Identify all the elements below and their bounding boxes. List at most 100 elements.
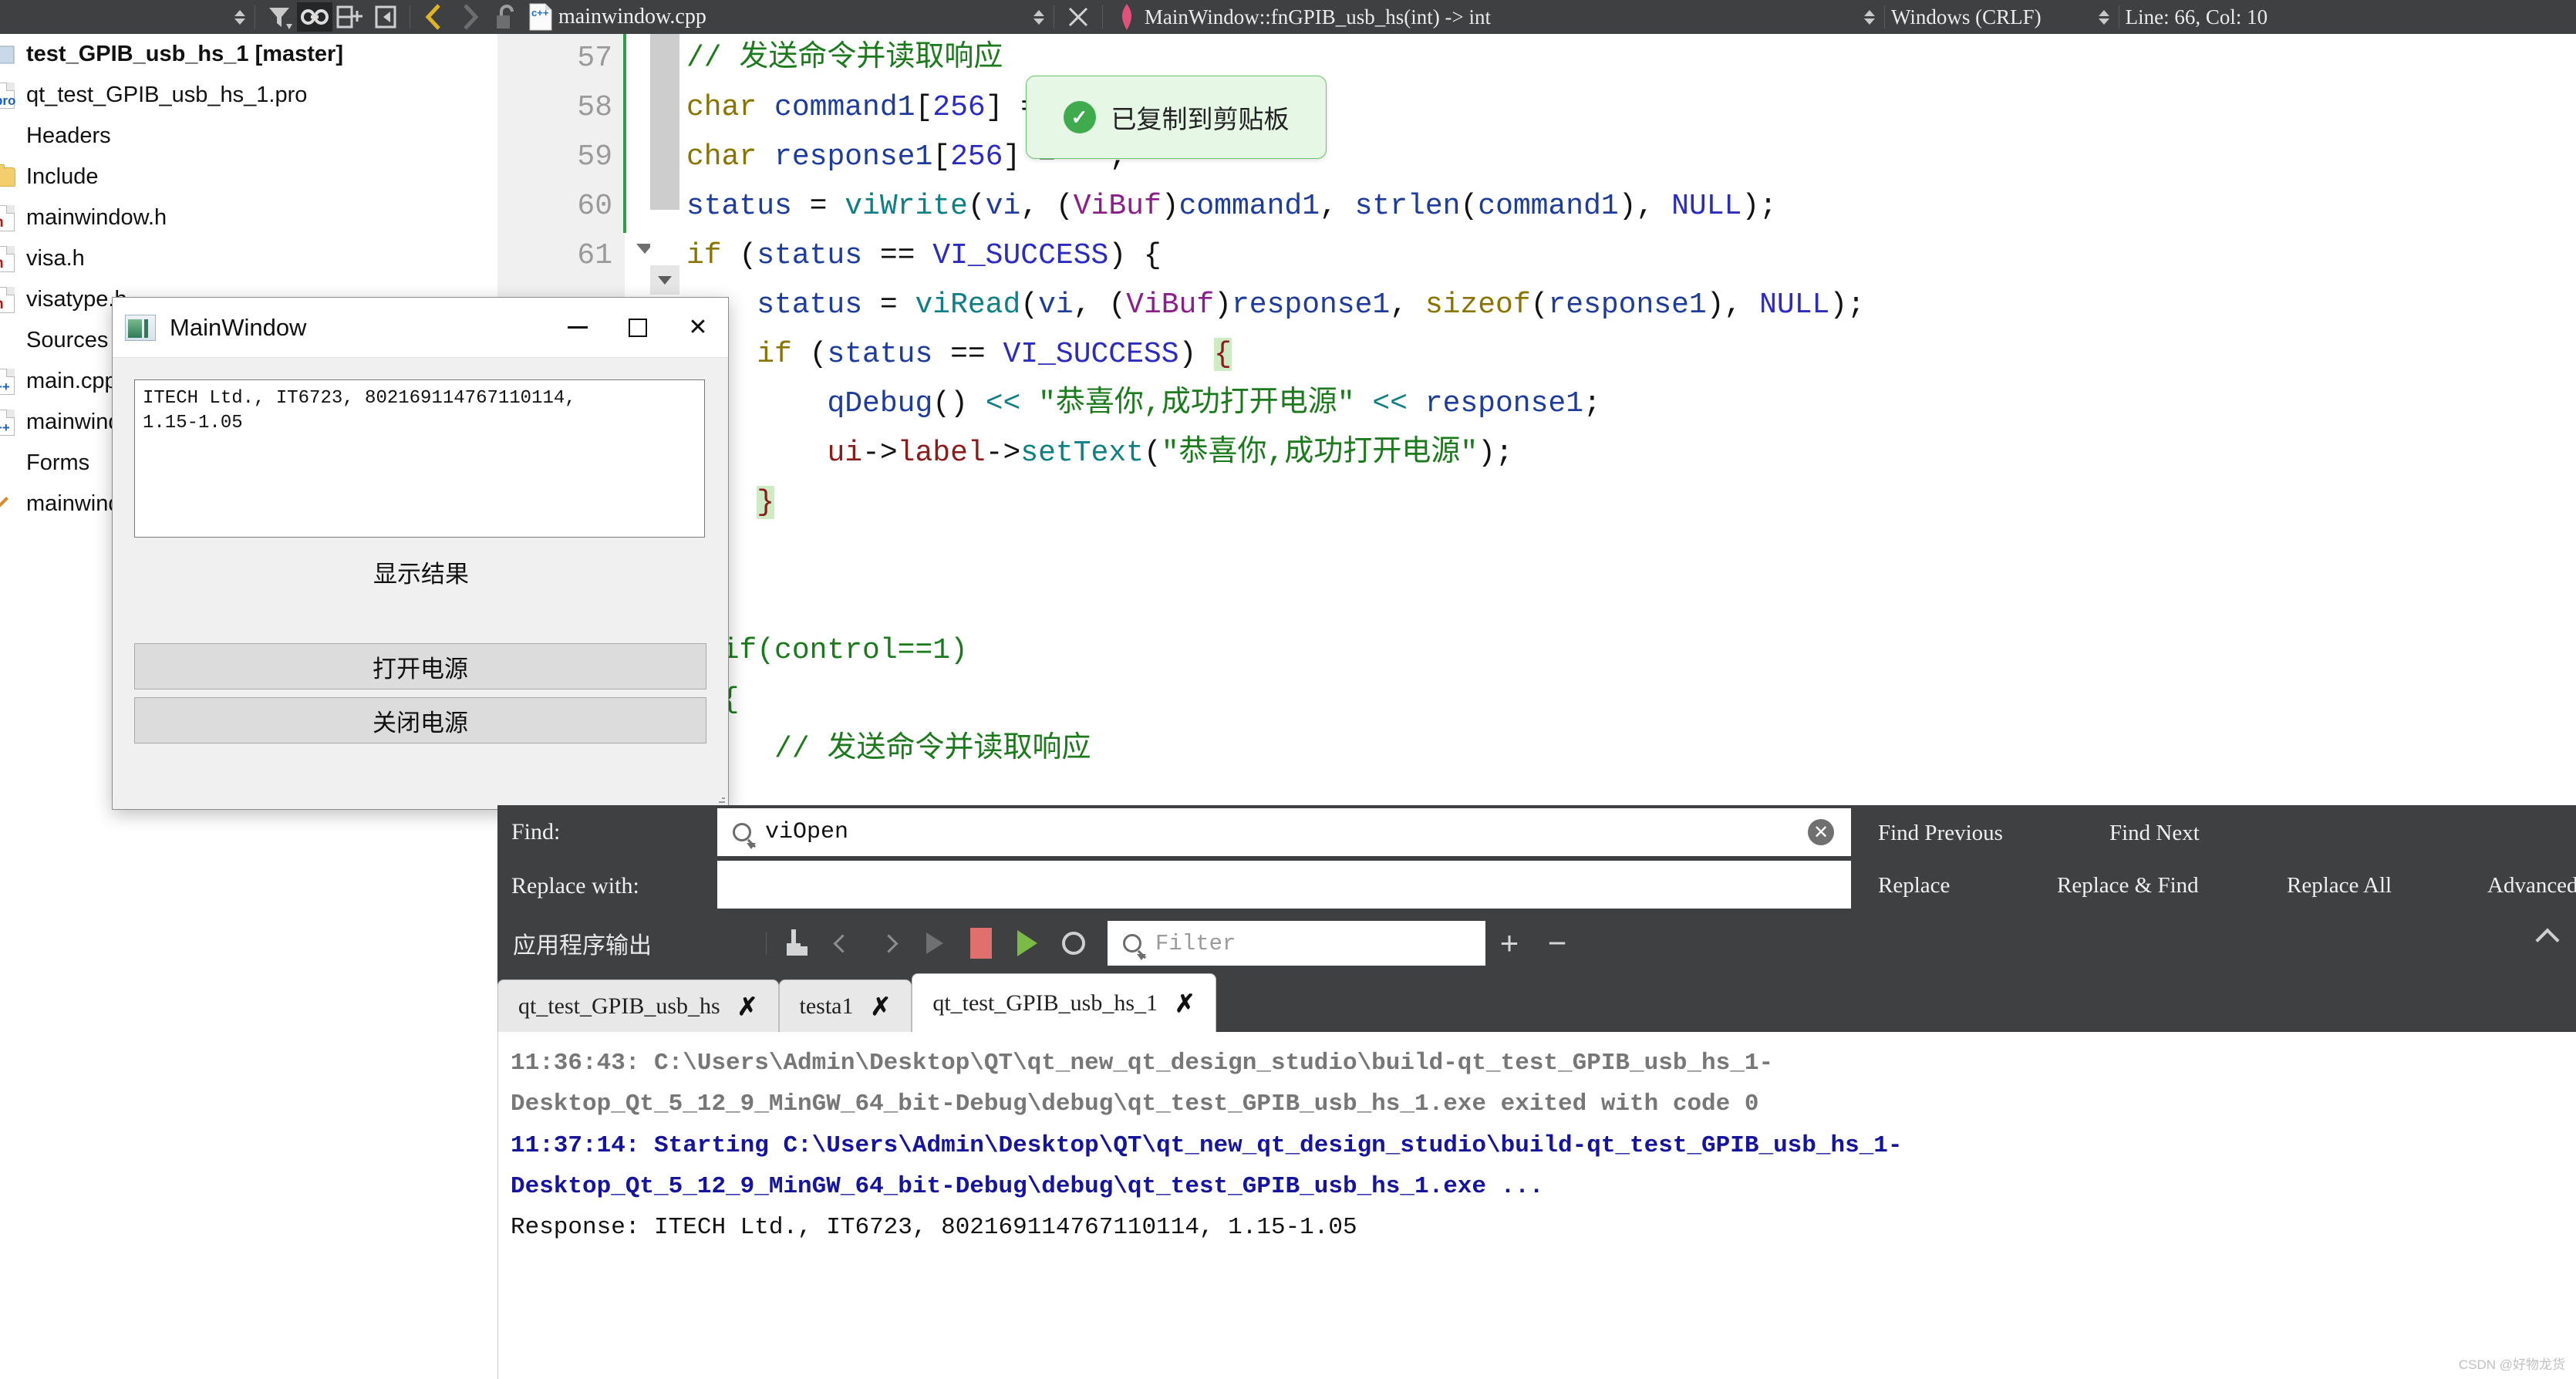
navigate-forward-icon[interactable] <box>452 2 487 32</box>
scroll-down-icon <box>658 276 672 285</box>
close-icon[interactable] <box>1060 2 1096 32</box>
editor-scroll-down-button[interactable] <box>650 265 679 295</box>
spinner-down-icon-2 <box>1033 19 1044 25</box>
watermark: CSDN @好物龙货 <box>2459 1354 2565 1373</box>
top-toolbar: c++ mainwindow.cpp MainWindow::fnGPIB_us… <box>0 0 2576 34</box>
find-replace-panel: Find: viOpen ✕ Replace with: Find Previo… <box>497 805 2576 913</box>
find-next-button[interactable]: Find Next <box>2109 821 2200 846</box>
filter-icon[interactable] <box>261 2 297 32</box>
clear-icon[interactable]: ✕ <box>1808 819 1834 845</box>
tree-item-5[interactable]: hvisa.h <box>0 238 497 279</box>
window-controls: ✕ <box>548 298 728 358</box>
unlocked-icon[interactable] <box>487 2 523 32</box>
symbol-spinner[interactable] <box>1861 6 1878 28</box>
minimize-icon <box>568 326 588 329</box>
cursor-position: Line: 66, Col: 10 <box>2126 5 2268 29</box>
tree-item-2[interactable]: Headers <box>0 116 497 157</box>
next-icon[interactable] <box>865 920 912 966</box>
code-editor[interactable]: 57 58 59 60 61 // 发送命令并读取响应 char command… <box>497 34 2576 805</box>
output-tab-3[interactable]: qt_test_GPIB_usb_hs_1 ✗ <box>912 973 1216 1032</box>
tree-item-1[interactable]: proqt_test_GPIB_usb_hs_1.pro <box>0 75 497 116</box>
link-icon[interactable] <box>297 2 332 32</box>
maximize-button[interactable] <box>608 298 668 358</box>
editor-scrollbar-thumb[interactable] <box>650 34 679 210</box>
wrench-icon[interactable] <box>773 920 819 966</box>
filter-input[interactable]: Filter <box>1108 921 1485 966</box>
prev-icon[interactable] <box>819 920 865 966</box>
console-line: Desktop_Qt_5_12_9_MinGW_64_bit-Debug\deb… <box>511 1166 2576 1207</box>
sidebar-lower-blank <box>0 805 497 1379</box>
tree-item-label: mainwindow.h <box>26 205 167 231</box>
replace-all-button[interactable]: Replace All <box>2287 873 2392 899</box>
tree-item-4[interactable]: hmainwindow.h <box>0 197 497 238</box>
minimize-button[interactable] <box>548 298 608 358</box>
navigate-back-icon[interactable] <box>416 2 452 32</box>
code-line: status = viWrite(vi, (ViBuf)command1, st… <box>686 182 2576 231</box>
find-label: Find: <box>497 819 717 845</box>
code-line: // 发送命令并读取响应 <box>686 34 2576 83</box>
toolbar-divider-5 <box>1884 5 1885 29</box>
code-line: { <box>686 676 2576 725</box>
code-line-text: if(control==1) <box>722 634 968 667</box>
close-button[interactable]: ✕ <box>668 298 728 358</box>
search-icon[interactable] <box>733 823 751 841</box>
tree-item-label: Forms <box>26 450 89 476</box>
line-ending-spinner[interactable] <box>2096 6 2112 28</box>
open-power-button[interactable]: 打开电源 <box>134 643 706 690</box>
sidebar-view-spinner[interactable] <box>231 6 248 28</box>
line-ending-selector[interactable]: Windows (CRLF) <box>1891 5 2042 29</box>
replace-input[interactable] <box>717 861 1851 909</box>
output-tab-1[interactable]: qt_test_GPIB_usb_hs ✗ <box>497 979 779 1032</box>
zoom-out-button[interactable]: − <box>1533 927 1581 959</box>
step-icon[interactable] <box>912 920 958 966</box>
spinner-up-icon-2 <box>1033 10 1044 16</box>
output-tab-2[interactable]: testa1 ✗ <box>779 979 912 1032</box>
maximize-icon <box>629 319 647 337</box>
dialog-title-bar[interactable]: MainWindow ✕ <box>113 298 728 358</box>
app-window-icon <box>125 315 156 341</box>
outbar-divider <box>766 932 767 955</box>
find-previous-button[interactable]: Find Previous <box>1878 821 2003 846</box>
device-response-textbox[interactable]: ITECH Ltd., IT6723, 802169114767110114, … <box>134 379 705 538</box>
tab-close-icon[interactable]: ✗ <box>737 992 758 1021</box>
editor-filename[interactable]: mainwindow.cpp <box>558 5 706 29</box>
stop-icon[interactable] <box>958 920 1004 966</box>
tree-item-label: Sources <box>26 328 108 353</box>
filter-placeholder: Filter <box>1155 931 1236 956</box>
tree-item-label: Headers <box>26 123 111 149</box>
check-circle-icon: ✓ <box>1064 101 1096 133</box>
current-symbol[interactable]: MainWindow::fnGPIB_usb_hs(int) -> int <box>1145 5 1491 29</box>
line-number: 57 <box>497 34 625 83</box>
code-line <box>686 577 2576 626</box>
application-output-bar: 应用程序输出 Filter + − <box>497 913 2576 973</box>
pro-file-icon: pro <box>0 83 17 109</box>
run-icon[interactable] <box>1004 920 1050 966</box>
line-number: 60 <box>497 182 625 231</box>
code-line: } <box>686 478 2576 528</box>
tree-item-3[interactable]: Include <box>0 157 497 197</box>
tab-close-icon[interactable]: ✗ <box>871 992 892 1021</box>
code-lines[interactable]: // 发送命令并读取响应 char command1[256] = "Outpu… <box>686 34 2576 774</box>
tree-item-0[interactable]: test_GPIB_usb_hs_1 [master] <box>0 34 497 75</box>
zoom-in-button[interactable]: + <box>1485 927 1533 959</box>
console-line: Response: ITECH Ltd., IT6723, 8021691147… <box>511 1207 2576 1248</box>
split-horizontal-icon[interactable] <box>332 2 368 32</box>
output-tab-label: qt_test_GPIB_usb_hs <box>518 993 720 1020</box>
find-input[interactable]: viOpen ✕ <box>717 808 1851 856</box>
output-tab-label: testa1 <box>800 993 854 1020</box>
file-list-spinner[interactable] <box>1030 6 1047 28</box>
modified-lines-marker <box>623 34 626 233</box>
close-power-button[interactable]: 关闭电源 <box>134 697 706 743</box>
project-icon <box>0 42 17 68</box>
code-line: char command1[256] = "Output ON"; <box>686 83 2576 133</box>
toggle-sidebar-icon[interactable] <box>368 2 403 32</box>
replace-and-find-button[interactable]: Replace & Find <box>2057 873 2199 899</box>
advanced-button[interactable]: Advanced <box>2487 873 2576 899</box>
tab-close-icon[interactable]: ✗ <box>1175 989 1195 1018</box>
collapse-chevron-icon[interactable] <box>2535 928 2559 952</box>
cpp-file-icon: ++ <box>0 410 17 436</box>
settings-icon[interactable] <box>1050 920 1097 966</box>
mainwindow-dialog[interactable]: MainWindow ✕ ITECH Ltd., IT6723, 8021691… <box>112 297 729 810</box>
output-console[interactable]: 11:36:43: C:\Users\Admin\Desktop\QT\qt_n… <box>497 1032 2576 1379</box>
replace-button[interactable]: Replace <box>1878 873 1950 899</box>
